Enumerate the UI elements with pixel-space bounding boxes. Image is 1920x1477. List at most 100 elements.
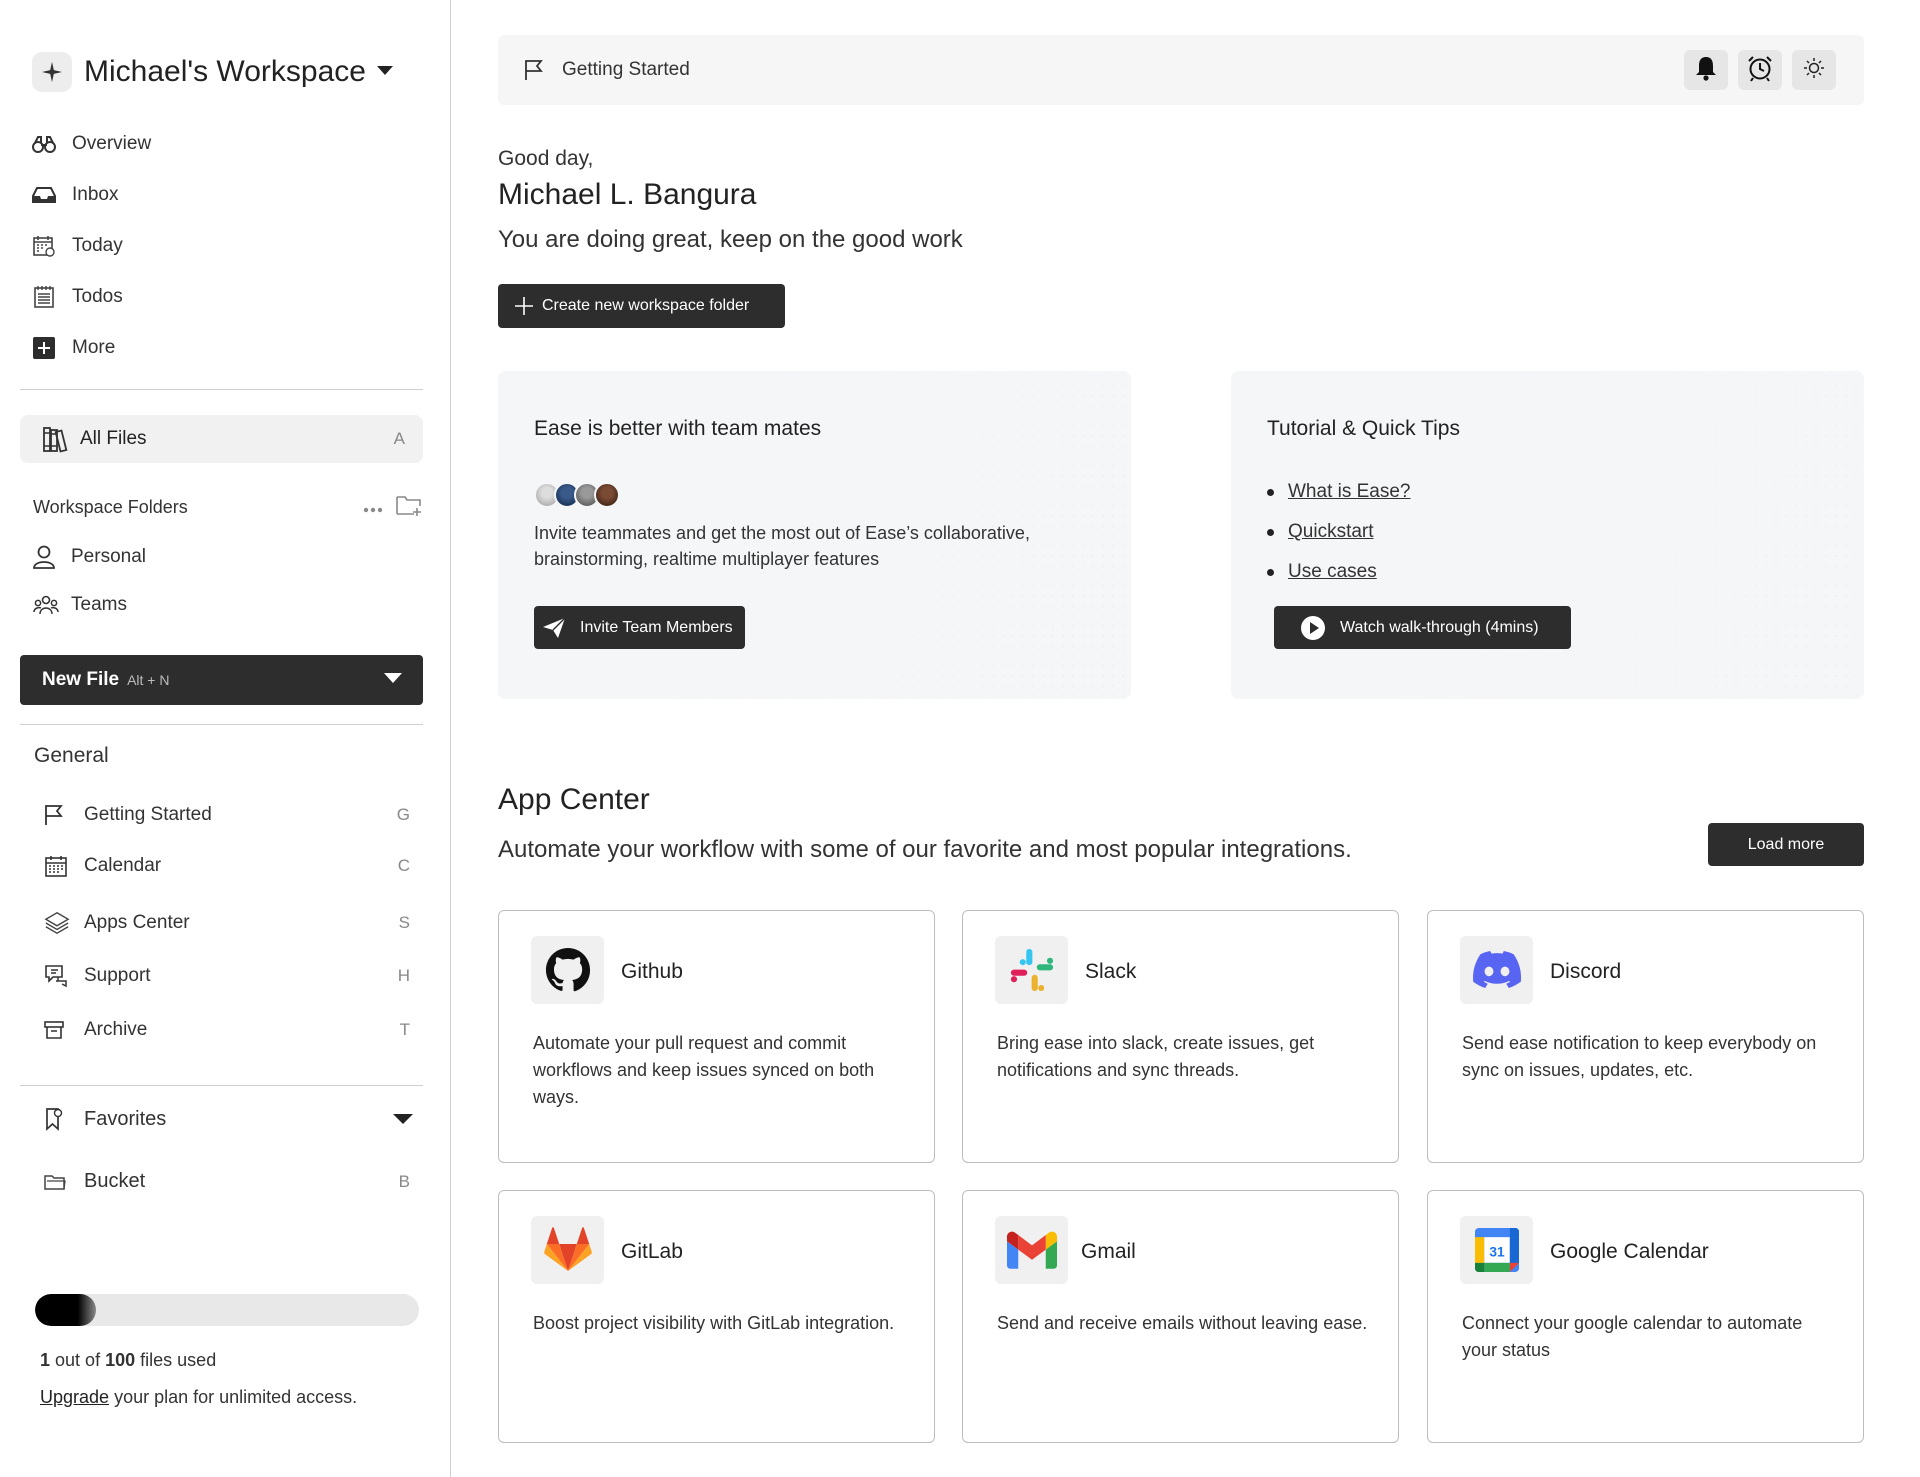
workspace-folders-header: Workspace Folders	[33, 494, 423, 521]
app-center-subtitle: Automate your workflow with some of our …	[498, 836, 1352, 863]
workspace-switcher[interactable]: Michael's Workspace	[32, 52, 394, 92]
nav-item-more[interactable]: More	[30, 322, 151, 373]
general-item-apps-center[interactable]: Apps Center S	[44, 910, 410, 936]
user-name: Michael L. Bangura	[498, 178, 757, 211]
nav-item-inbox[interactable]: Inbox	[30, 169, 151, 220]
storage-usage-text: 1 out of 100 files used	[40, 1350, 216, 1371]
notifications-button[interactable]	[1684, 50, 1728, 90]
greeting: Good day,	[498, 147, 594, 170]
app-description: Automate your pull request and commit wo…	[533, 1033, 875, 1107]
tip-link-what-is-ease[interactable]: What is Ease?	[1288, 481, 1411, 503]
invite-team-members-button[interactable]: Invite Team Members	[534, 606, 745, 649]
general-item-getting-started[interactable]: Getting Started G	[44, 804, 410, 826]
app-card-gitlab[interactable]: GitLab Boost project visibility with Git…	[498, 1190, 935, 1443]
workspace-folders-title: Workspace Folders	[33, 497, 188, 517]
folder-item-personal[interactable]: Personal	[33, 545, 146, 569]
team-card-title: Ease is better with team mates	[534, 417, 822, 440]
walkthrough-button-label: Watch walk-through (4mins)	[1340, 618, 1539, 636]
app-name: Discord	[1550, 960, 1622, 983]
favorites-section[interactable]: Favorites	[44, 1107, 414, 1131]
divider	[20, 1085, 423, 1086]
google-calendar-icon: 31	[1460, 1216, 1533, 1284]
sparkle-icon	[32, 52, 72, 92]
play-circle-icon	[1300, 615, 1326, 641]
nav-item-today[interactable]: Today	[30, 220, 151, 271]
general-item-calendar[interactable]: Calendar C	[44, 854, 410, 878]
nav-item-overview[interactable]: Overview	[30, 118, 151, 169]
app-card-google-calendar[interactable]: 31 Google Calendar Connect your google c…	[1427, 1190, 1864, 1443]
list-item: Quickstart	[1267, 512, 1411, 552]
sidebar: Michael's Workspace Overview Inbox Today	[0, 0, 451, 1477]
svg-text:31: 31	[1489, 1244, 1505, 1259]
app-description: Bring ease into slack, create issues, ge…	[997, 1033, 1315, 1080]
general-item-label: Apps Center	[84, 912, 190, 933]
github-icon	[531, 936, 604, 1004]
shortcut-key: A	[393, 429, 405, 448]
tip-link-quickstart[interactable]: Quickstart	[1288, 521, 1374, 543]
tip-link-use-cases[interactable]: Use cases	[1288, 561, 1377, 583]
app-name: Slack	[1085, 960, 1137, 983]
app-description: Boost project visibility with GitLab int…	[533, 1313, 895, 1333]
bucket-item[interactable]: Bucket B	[44, 1170, 410, 1193]
reminders-button[interactable]	[1738, 50, 1782, 90]
create-button-label: Create new workspace folder	[542, 297, 750, 314]
usage-files-used: files used	[140, 1350, 217, 1370]
general-section-title: General	[34, 744, 109, 767]
folder-item-teams[interactable]: Teams	[33, 594, 127, 616]
main-nav: Overview Inbox Today Todos More	[30, 118, 151, 373]
app-card-slack[interactable]: Slack Bring ease into slack, create issu…	[962, 910, 1399, 1163]
app-description: Send ease notification to keep everybody…	[1462, 1033, 1817, 1080]
gmail-icon	[995, 1216, 1068, 1284]
plus-icon	[514, 296, 534, 316]
theme-toggle-button[interactable]	[1792, 50, 1836, 90]
general-item-archive[interactable]: Archive T	[44, 1019, 410, 1041]
all-files-label: All Files	[80, 428, 147, 449]
sun-icon	[1803, 57, 1825, 84]
app-name: Github	[621, 960, 683, 983]
calendar-today-icon	[30, 232, 58, 260]
inbox-icon	[30, 181, 58, 209]
list-item: Use cases	[1267, 552, 1411, 592]
new-file-shortcut: Alt + N	[127, 672, 170, 688]
app-card-discord[interactable]: Discord Send ease notification to keep e…	[1427, 910, 1864, 1163]
more-dots-icon[interactable]	[363, 497, 383, 518]
shortcut-key: C	[397, 856, 410, 875]
team-card-description: Invite teammates and get the most out of…	[534, 523, 1030, 569]
binoculars-icon	[30, 130, 58, 158]
all-files-button[interactable]: All Files A	[20, 415, 423, 463]
new-folder-icon[interactable]	[395, 494, 423, 521]
files-used-count: 1	[40, 1350, 51, 1370]
gitlab-icon	[531, 1216, 604, 1284]
upgrade-link[interactable]: Upgrade	[40, 1387, 109, 1407]
create-workspace-folder-button[interactable]: Create new workspace folder	[498, 284, 785, 328]
app-card-github[interactable]: Github Automate your pull request and co…	[498, 910, 935, 1163]
general-item-support[interactable]: Support H	[44, 964, 410, 988]
caret-down-icon	[376, 63, 394, 81]
folder-label: Personal	[71, 546, 146, 567]
caret-down-icon[interactable]	[383, 671, 403, 689]
load-more-button[interactable]: Load more	[1708, 823, 1864, 866]
new-file-button[interactable]: New File Alt + N	[20, 655, 423, 705]
avatar-group	[534, 482, 620, 508]
app-card-gmail[interactable]: Gmail Send and receive emails without le…	[962, 1190, 1399, 1443]
watch-walkthrough-button[interactable]: Watch walk-through (4mins)	[1274, 606, 1571, 649]
tips-card-title: Tutorial & Quick Tips	[1267, 417, 1460, 440]
layers-icon	[44, 910, 70, 936]
paper-plane-icon	[542, 617, 566, 639]
nav-item-todos[interactable]: Todos	[30, 271, 151, 322]
breadcrumb[interactable]: Getting Started	[562, 59, 690, 81]
archive-icon	[44, 1020, 70, 1040]
books-icon	[42, 425, 70, 453]
tips-list: What is Ease? Quickstart Use cases	[1267, 472, 1411, 592]
app-center-title: App Center	[498, 783, 650, 816]
shortcut-key: T	[399, 1020, 410, 1039]
top-bar: Getting Started	[498, 35, 1864, 105]
nav-item-label: Overview	[72, 132, 152, 154]
general-item-label: Calendar	[84, 855, 162, 876]
files-total-count: 100	[105, 1350, 136, 1370]
app-description: Connect your google calendar to automate…	[1462, 1313, 1803, 1360]
app-description: Send and receive emails without leaving …	[997, 1313, 1368, 1333]
caret-down-icon[interactable]	[392, 1108, 414, 1131]
bell-icon	[1694, 55, 1718, 86]
storage-usage-bar	[35, 1294, 419, 1326]
